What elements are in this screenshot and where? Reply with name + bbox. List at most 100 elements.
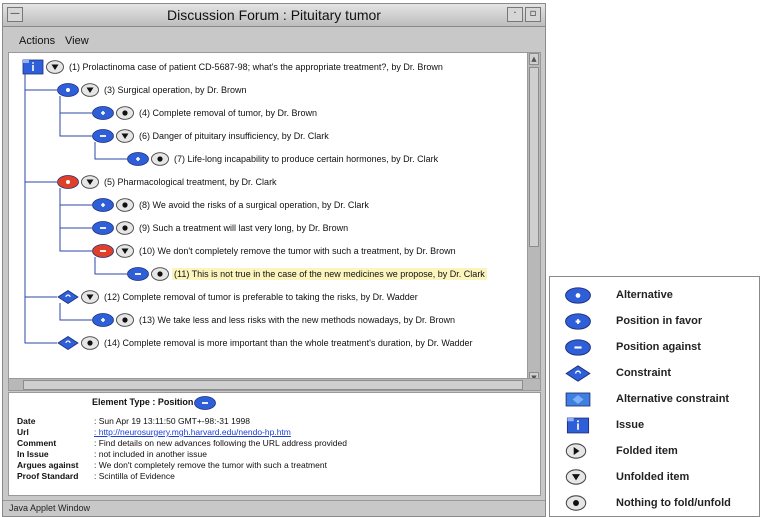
legend-entry: Position in favor bbox=[550, 309, 760, 335]
applet-window: — Discussion Forum : Pituitary tumor · ▫… bbox=[2, 3, 546, 517]
property-value: : Sun Apr 19 13:11:50 GMT+-98:-31 1998 bbox=[94, 416, 251, 426]
tree-node-text[interactable]: (9) Such a treatment will last very long… bbox=[137, 222, 350, 234]
tree-node-text[interactable]: (12) Complete removal of tumor is prefer… bbox=[102, 291, 420, 303]
position-in-favor-icon bbox=[565, 313, 591, 335]
tree-connector bbox=[59, 188, 92, 252]
property-key: In Issue bbox=[17, 449, 49, 459]
constraint-icon[interactable] bbox=[57, 336, 79, 350]
tree-node-text[interactable]: (3) Surgical operation, by Dr. Brown bbox=[102, 84, 249, 96]
unfolded-toggle-icon[interactable] bbox=[116, 129, 134, 143]
discussion-tree[interactable]: (1) Prolactinoma case of patient CD-5687… bbox=[8, 52, 541, 387]
title-bar[interactable]: — Discussion Forum : Pituitary tumor · ▫ bbox=[3, 4, 545, 27]
position-against-icon[interactable] bbox=[92, 129, 114, 143]
legend-label: Alternative bbox=[616, 289, 673, 301]
tree-node[interactable]: (8) We avoid the risks of a surgical ope… bbox=[92, 197, 371, 213]
tree-node[interactable]: (5) Pharmacological treatment, by Dr. Cl… bbox=[57, 174, 279, 190]
legend-entry: Constraint bbox=[550, 361, 760, 387]
constraint-icon bbox=[565, 365, 591, 387]
legend-label: Position against bbox=[616, 341, 701, 353]
tree-node[interactable]: (12) Complete removal of tumor is prefer… bbox=[57, 289, 420, 305]
legend-entry: Nothing to fold/unfold bbox=[550, 491, 760, 517]
tree-node-text[interactable]: (6) Danger of pituitary insufficiency, b… bbox=[137, 130, 331, 142]
legend-entry: Alternative bbox=[550, 283, 760, 309]
unfolded-toggle-icon[interactable] bbox=[116, 244, 134, 258]
tree-vertical-scrollbar[interactable]: ▲ ▼ bbox=[527, 53, 540, 386]
legend-label: Nothing to fold/unfold bbox=[616, 497, 731, 509]
legend-label: Constraint bbox=[616, 367, 671, 379]
tree-node-text[interactable]: (10) We don't completely remove the tumo… bbox=[137, 245, 458, 257]
tree-node-text[interactable]: (7) Life-long incapability to produce ce… bbox=[172, 153, 440, 165]
tree-connector bbox=[59, 96, 92, 114]
legend-label: Alternative constraint bbox=[616, 393, 730, 405]
tree-node-text[interactable]: (5) Pharmacological treatment, by Dr. Cl… bbox=[102, 176, 279, 188]
position-against-icon bbox=[194, 396, 216, 415]
icon-legend: Alternative Position in favor Position a… bbox=[549, 276, 760, 517]
unfolded-toggle-icon[interactable] bbox=[81, 290, 99, 304]
issue-icon bbox=[565, 417, 591, 439]
tree-node[interactable]: (10) We don't completely remove the tumo… bbox=[92, 243, 458, 259]
position-against-icon[interactable] bbox=[92, 221, 114, 235]
alternative-icon[interactable] bbox=[57, 175, 79, 189]
legend-entry: Folded item bbox=[550, 439, 760, 465]
nothing-to-fold-icon bbox=[116, 221, 134, 235]
tree-node[interactable]: (9) Such a treatment will last very long… bbox=[92, 220, 350, 236]
url-link[interactable]: : http://neurosurgery.mgh.harvard.edu/ne… bbox=[94, 427, 291, 437]
property-key: Date bbox=[17, 416, 36, 426]
tree-connector bbox=[24, 73, 57, 298]
position-in-favor-icon[interactable] bbox=[92, 106, 114, 120]
tree-node-text[interactable]: (4) Complete removal of tumor, by Dr. Br… bbox=[137, 107, 319, 119]
property-key: Argues against bbox=[17, 460, 79, 470]
tree-connector bbox=[24, 73, 57, 91]
tree-node-text[interactable]: (13) We take less and less risks with th… bbox=[137, 314, 457, 326]
property-value: : We don't completely remove the tumor w… bbox=[94, 460, 327, 470]
position-in-favor-icon[interactable] bbox=[92, 313, 114, 327]
tree-connector bbox=[94, 142, 127, 160]
tree-node-text[interactable]: (8) We avoid the risks of a surgical ope… bbox=[137, 199, 371, 211]
alternative-constraint-icon bbox=[565, 391, 591, 413]
tree-node[interactable]: (3) Surgical operation, by Dr. Brown bbox=[57, 82, 249, 98]
unfolded-item-icon bbox=[565, 469, 587, 490]
issue-icon[interactable] bbox=[22, 59, 44, 75]
position-in-favor-icon[interactable] bbox=[127, 152, 149, 166]
nothing-to-fold-icon bbox=[151, 152, 169, 166]
legend-label: Position in favor bbox=[616, 315, 703, 327]
tree-node[interactable]: (14) Complete removal is more important … bbox=[57, 335, 475, 351]
tree-node-text[interactable]: (14) Complete removal is more important … bbox=[102, 337, 475, 349]
tree-node[interactable]: (13) We take less and less risks with th… bbox=[92, 312, 457, 328]
property-value: : Find details on new advances following… bbox=[94, 438, 347, 448]
property-value: : not included in another issue bbox=[94, 449, 207, 459]
tree-node[interactable]: (4) Complete removal of tumor, by Dr. Br… bbox=[92, 105, 319, 121]
position-against-icon[interactable] bbox=[92, 244, 114, 258]
alternative-icon[interactable] bbox=[57, 83, 79, 97]
property-value: : Scintilla of Evidence bbox=[94, 471, 175, 481]
hscroll-thumb[interactable] bbox=[23, 380, 523, 390]
unfolded-toggle-icon[interactable] bbox=[81, 175, 99, 189]
unfolded-toggle-icon[interactable] bbox=[46, 60, 64, 74]
unfolded-toggle-icon[interactable] bbox=[81, 83, 99, 97]
menu-actions[interactable]: Actions bbox=[19, 35, 55, 47]
tree-node[interactable]: (11) This is not true in the case of the… bbox=[127, 266, 487, 282]
alternative-icon bbox=[565, 287, 591, 309]
maximize-button[interactable]: ▫ bbox=[525, 7, 541, 22]
tree-node[interactable]: (6) Danger of pituitary insufficiency, b… bbox=[92, 128, 331, 144]
property-key: Comment bbox=[17, 438, 57, 448]
menu-view[interactable]: View bbox=[65, 35, 89, 47]
tree-node[interactable]: (1) Prolactinoma case of patient CD-5687… bbox=[22, 59, 445, 75]
constraint-icon[interactable] bbox=[57, 290, 79, 304]
legend-entry: Alternative constraint bbox=[550, 387, 760, 413]
property-key: Url bbox=[17, 427, 29, 437]
status-bar: Java Applet Window bbox=[3, 500, 545, 516]
nothing-to-fold-icon bbox=[151, 267, 169, 281]
minimize-button[interactable]: · bbox=[507, 7, 523, 22]
scroll-up-arrow[interactable]: ▲ bbox=[529, 53, 539, 65]
property-key: Proof Standard bbox=[17, 471, 79, 481]
scroll-thumb[interactable] bbox=[529, 67, 539, 247]
position-against-icon[interactable] bbox=[127, 267, 149, 281]
position-in-favor-icon[interactable] bbox=[92, 198, 114, 212]
tree-connector bbox=[24, 73, 57, 183]
tree-node[interactable]: (7) Life-long incapability to produce ce… bbox=[127, 151, 440, 167]
tree-horizontal-scrollbar[interactable] bbox=[8, 378, 541, 391]
nothing-to-fold-icon bbox=[116, 198, 134, 212]
tree-node-text[interactable]: (1) Prolactinoma case of patient CD-5687… bbox=[67, 61, 445, 73]
tree-node-text[interactable]: (11) This is not true in the case of the… bbox=[172, 268, 487, 280]
